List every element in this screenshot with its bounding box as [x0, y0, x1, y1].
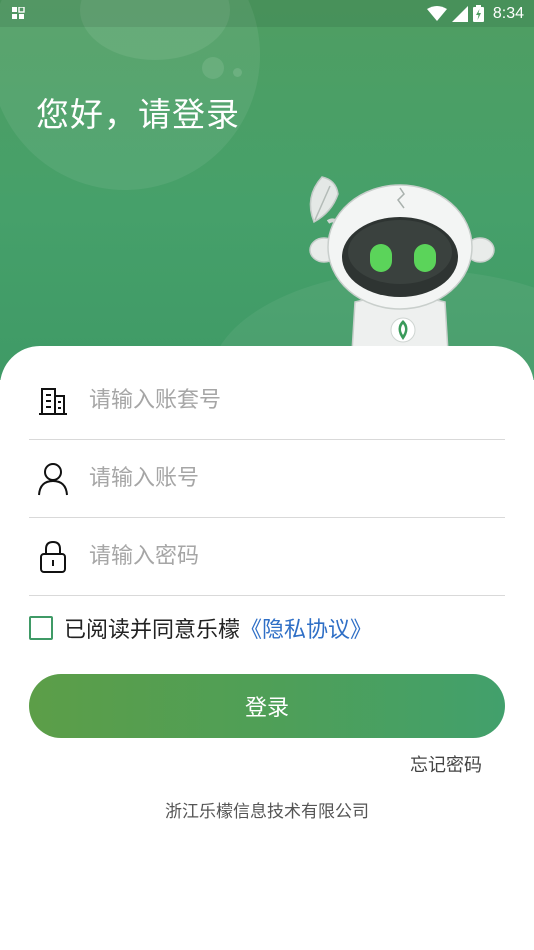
account-input[interactable]: [89, 466, 469, 491]
status-bar: 8:34: [0, 0, 534, 27]
decor-dot: [233, 68, 242, 77]
forgot-password-link[interactable]: 忘记密码: [410, 751, 482, 777]
user-icon: [31, 457, 75, 501]
decor-dot: [202, 57, 224, 79]
qr-grid-icon: [12, 7, 25, 19]
agreement-row: 已阅读并同意乐檬 《隐私协议》: [29, 612, 372, 644]
login-button[interactable]: 登录: [29, 674, 505, 738]
agreement-checkbox[interactable]: [29, 616, 53, 640]
privacy-policy-link[interactable]: 《隐私协议》: [240, 612, 372, 644]
password-input[interactable]: [89, 544, 469, 569]
account-set-input[interactable]: [89, 388, 469, 413]
agreement-text: 已阅读并同意乐檬: [64, 618, 241, 643]
header-banner: 8:34 您好，请登录: [0, 0, 534, 380]
wifi-icon: [426, 5, 447, 21]
lock-icon: [31, 535, 75, 579]
status-time: 8:34: [492, 4, 524, 22]
password-field: [29, 518, 505, 596]
building-icon: [31, 379, 75, 423]
greeting-title: 您好，请登录: [36, 95, 240, 134]
signal-icon: [451, 5, 468, 22]
account-set-field: [29, 362, 505, 440]
company-name: 浙江乐檬信息技术有限公司: [165, 802, 369, 822]
robot-mascot-illustration: [309, 176, 495, 352]
account-field: [29, 440, 505, 518]
battery-charging-icon: [472, 5, 484, 22]
